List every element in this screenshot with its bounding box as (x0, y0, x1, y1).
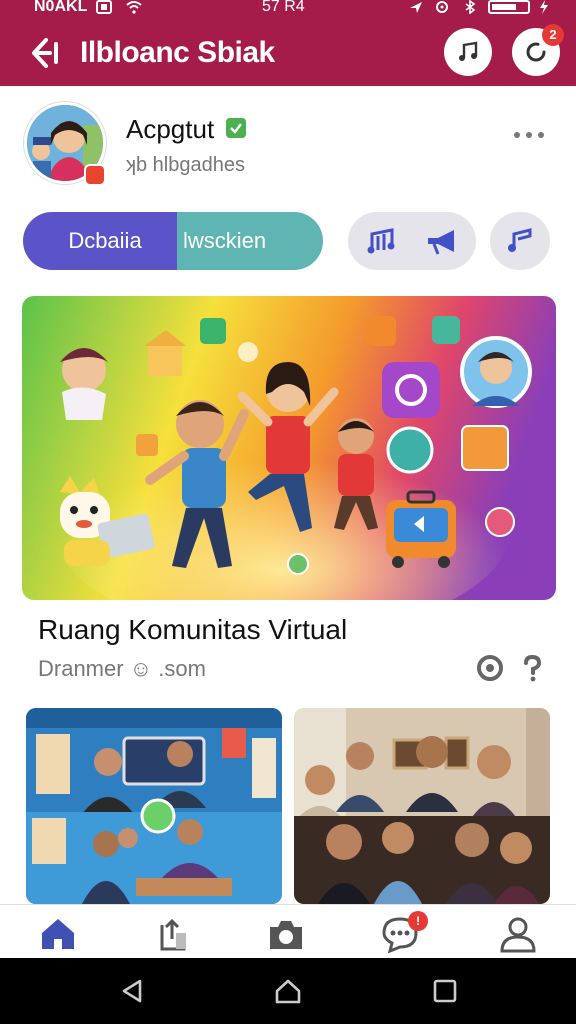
help-icon[interactable] (518, 654, 546, 682)
share-icon[interactable] (154, 915, 194, 953)
group-photo (294, 708, 550, 904)
battery-icon (488, 0, 530, 14)
avatar-status-badge (84, 164, 106, 186)
segment-tabs: Dcbaiia lwsckien (23, 212, 323, 270)
tab-active[interactable]: Dcbaiia (23, 212, 177, 270)
sim-icon (96, 0, 112, 14)
hero-image[interactable] (22, 296, 556, 600)
camera-icon[interactable] (266, 915, 306, 953)
replay-icon[interactable] (476, 654, 504, 682)
system-back-icon[interactable] (120, 978, 146, 1004)
bottom-nav: ! (0, 904, 576, 958)
thumbnail-group-photo[interactable] (294, 708, 550, 904)
music-note-icon (459, 41, 478, 61)
alarm-icon (436, 1, 448, 13)
refresh-icon (526, 42, 546, 62)
notification-badge: 2 (542, 24, 564, 46)
carrier-label: N0AKL (34, 0, 88, 15)
tab-second[interactable]: lwsckien (177, 212, 323, 270)
clock-label: 57 R4 (262, 0, 305, 15)
wifi-icon (126, 1, 142, 14)
home-icon[interactable] (38, 915, 78, 953)
system-home-icon[interactable] (274, 978, 302, 1004)
system-recents-icon[interactable] (432, 978, 458, 1004)
post-caption: Ruang Komunitas Virtual (38, 614, 348, 645)
note-icon (508, 228, 532, 252)
more-dots-icon[interactable] (512, 122, 546, 146)
music-button[interactable] (444, 28, 492, 76)
media-filter-pill (348, 212, 476, 270)
app-screen: N0AKL 57 R4 Ilbloanc Sbiak 2 Acpgtut ʞb … (0, 0, 576, 1024)
profile-subtitle: ʞb hlbgadhes (126, 154, 245, 176)
app-bar: N0AKL 57 R4 Ilbloanc Sbiak 2 (0, 0, 576, 86)
charging-icon (540, 0, 548, 14)
status-bar: N0AKL 57 R4 (0, 0, 576, 20)
bluetooth-icon (465, 0, 476, 14)
classroom-photo (26, 708, 282, 904)
chat-badge: ! (408, 911, 428, 931)
verified-icon (226, 118, 246, 138)
thumbnail-classroom[interactable] (26, 708, 282, 904)
notifications-button[interactable]: 2 (512, 24, 564, 76)
megaphone-icon[interactable] (424, 226, 460, 256)
note-button[interactable] (490, 212, 550, 270)
community-illustration (22, 296, 556, 600)
back-arrow-icon[interactable] (28, 36, 64, 70)
profile-name[interactable]: Acpgtut (126, 114, 214, 145)
system-nav-bar (0, 958, 576, 1024)
app-title: Ilbloanc Sbiak (80, 36, 275, 69)
music-icon[interactable] (366, 226, 398, 256)
location-icon (410, 2, 422, 13)
profile-icon[interactable] (498, 915, 538, 953)
post-meta: Dranmer ☺ .som (38, 656, 206, 681)
